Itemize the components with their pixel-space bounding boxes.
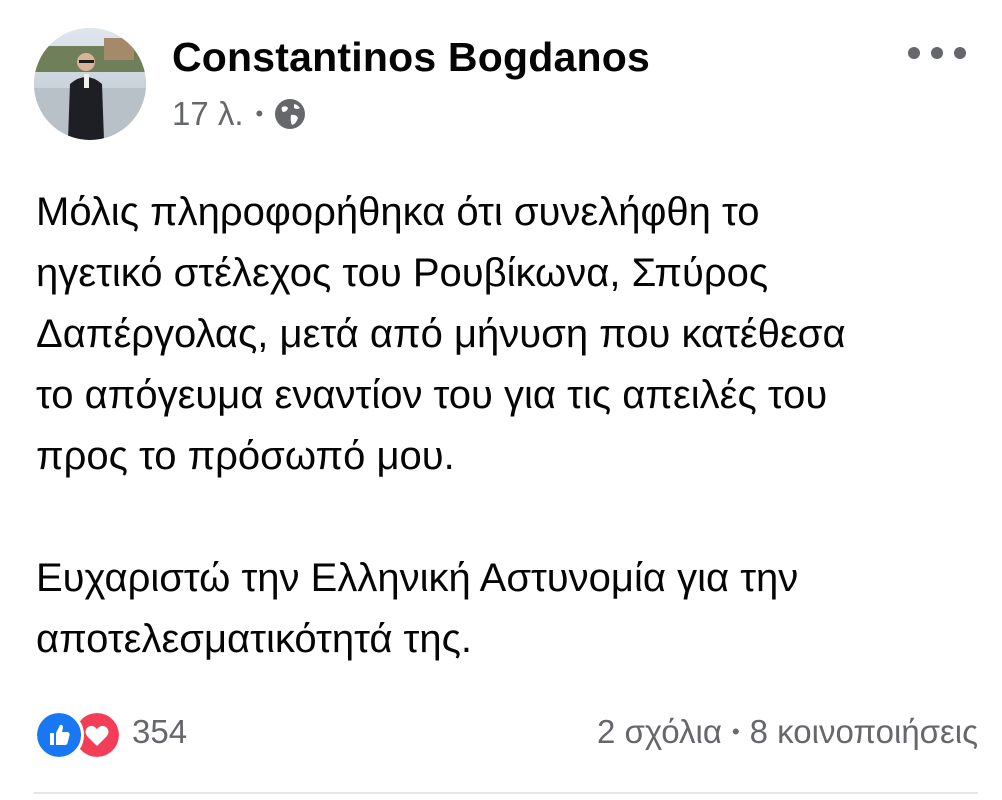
post-paragraph: Ευχαριστώ την Ελληνική Αστυνομία για την… xyxy=(36,556,799,661)
post-meta: 17 λ. • xyxy=(172,92,307,136)
facebook-post: Constantinos Bogdanos 17 λ. • Μόλις πληρ… xyxy=(0,0,1002,800)
more-dot xyxy=(931,47,943,59)
reactions-summary[interactable]: 354 xyxy=(34,707,188,760)
post-header: Constantinos Bogdanos 17 λ. • xyxy=(34,28,974,140)
post-body: Μόλις πληροφορήθηκα ότι συνελήφθη το ηγε… xyxy=(36,182,986,670)
more-dot xyxy=(954,47,966,59)
comments-count-link[interactable]: 2 σχόλια xyxy=(597,713,722,751)
post-footer: 354 2 σχόλια • 8 κοινοποιήσεις xyxy=(34,704,978,760)
shares-count-link[interactable]: 8 κοινοποιήσεις xyxy=(750,713,978,751)
meta-separator: • xyxy=(255,101,264,126)
post-paragraph: Μόλις πληροφορήθηκα ότι συνελήφθη το ηγε… xyxy=(36,190,846,478)
reaction-count: 354 xyxy=(132,713,188,750)
author-avatar[interactable] xyxy=(34,28,146,140)
reaction-icons xyxy=(34,707,126,760)
more-options-icon[interactable] xyxy=(908,38,966,68)
profile-photo-icon xyxy=(34,28,146,140)
globe-icon[interactable] xyxy=(273,97,307,131)
counts-separator: • xyxy=(731,719,740,744)
post-timestamp[interactable]: 17 λ. xyxy=(172,95,244,133)
engagement-counts: 2 σχόλια • 8 κοινοποιήσεις xyxy=(597,713,978,751)
footer-divider xyxy=(34,792,978,794)
author-name[interactable]: Constantinos Bogdanos xyxy=(172,34,650,81)
more-dot xyxy=(908,47,920,59)
like-icon xyxy=(34,710,84,760)
